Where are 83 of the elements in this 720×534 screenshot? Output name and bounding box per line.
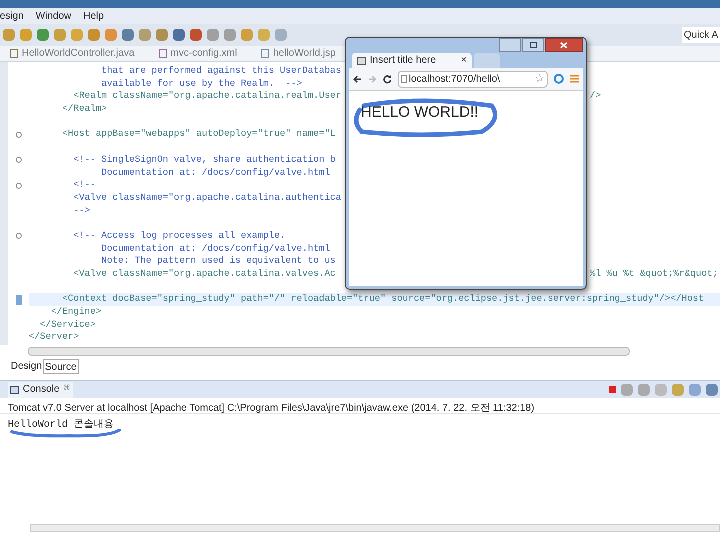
- page-heading: HELLO WORLD!!: [361, 103, 479, 123]
- console-icon: [10, 386, 19, 394]
- fold-icon[interactable]: [16, 157, 22, 164]
- code-line: <!-- Access log processes all example.: [72, 230, 286, 243]
- toolbar-icon[interactable]: [275, 29, 287, 41]
- toolbar-icon[interactable]: [241, 29, 253, 41]
- toolbar-icon[interactable]: [207, 29, 219, 41]
- console-toolbar-icon[interactable]: [655, 384, 667, 396]
- toolbar-icon[interactable]: [156, 29, 168, 41]
- code-line: <Host appBase="webapps" autoDeploy="true" name="L: [61, 128, 336, 142]
- toolbar-icon[interactable]: [105, 29, 117, 41]
- url-text: localhost:7070/hello\: [409, 72, 500, 86]
- tab-close-icon[interactable]: ×: [461, 53, 467, 68]
- toolbar-icon[interactable]: [3, 29, 15, 41]
- editor-tab[interactable]: HelloWorldController.java: [10, 46, 135, 61]
- star-icon[interactable]: ☆: [535, 72, 545, 86]
- maximize-button[interactable]: [522, 38, 544, 52]
- toolbar-icon[interactable]: [88, 29, 100, 41]
- code-line: Documentation at: /docs/config/valve.html: [100, 242, 330, 256]
- code-line: />: [590, 90, 602, 104]
- menu-item[interactable]: Help: [83, 8, 104, 24]
- power-icon[interactable]: [554, 74, 564, 84]
- code-line: that are performed against this UserDatabas: [100, 65, 342, 78]
- toolbar-icon[interactable]: [71, 29, 83, 41]
- forward-arrow-icon[interactable]: [368, 74, 377, 84]
- code-line: <Realm className="org.apache.catalina.realm.User: [72, 90, 342, 104]
- toolbar-icon[interactable]: [173, 29, 185, 41]
- file-icon: [261, 49, 270, 58]
- browser-tab[interactable]: Insert title here ×: [352, 53, 472, 68]
- toolbar-icon[interactable]: [190, 29, 202, 41]
- console-output: HelloWorld 콘솔내용: [8, 420, 114, 431]
- code-line: <!--: [72, 179, 96, 192]
- code-line: <Valve className="org.apache.catalina.valves.Ac: [72, 268, 336, 281]
- editor-tab[interactable]: mvc-config.xml: [158, 46, 238, 61]
- fold-icon[interactable]: [16, 132, 22, 138]
- code-line: </Engine>: [50, 306, 102, 319]
- browser-tab[interactable]: [474, 53, 500, 68]
- console-header: Tomcat v7.0 Server at localhost [Apache Tomcat] C:\Program Files\Java\jre7\bin\javaw.exe (2014. 7. 22. 오전 11:32:18): [0, 398, 720, 414]
- toolbar-icon[interactable]: [122, 29, 134, 41]
- fold-icon[interactable]: [16, 233, 22, 240]
- menu-icon[interactable]: [570, 75, 579, 83]
- code-line: available for use by the Realm. -->: [100, 78, 302, 90]
- toolbar-icon[interactable]: [37, 29, 49, 41]
- close-icon: [560, 42, 568, 48]
- code-line: </Realm>: [61, 103, 108, 116]
- address-bar[interactable]: localhost:7070/hello\ ☆: [398, 70, 548, 88]
- code-line: Note: The pattern used is equivalent to us: [100, 255, 336, 268]
- code-line: </Service>: [39, 318, 96, 332]
- console-toolbar-icon[interactable]: [672, 384, 684, 396]
- page-icon: [401, 75, 407, 83]
- console-toolbar-icon[interactable]: [689, 384, 701, 396]
- toolbar-icon[interactable]: [139, 29, 151, 41]
- page-icon: [357, 56, 366, 64]
- editor-tab[interactable]: helloWorld.jsp: [261, 46, 336, 61]
- reload-icon[interactable]: [383, 74, 392, 84]
- view-tab[interactable]: Source: [43, 358, 79, 374]
- code-line: Documentation at: /docs/config/valve.html: [100, 166, 330, 180]
- code-line: <Context docBase="spring_study" path="/" reloadable="true" source="org.eclipse.jst.jee.server:spring_study"/></Host: [61, 293, 704, 306]
- code-line: -->: [72, 204, 90, 218]
- file-icon: [158, 49, 167, 58]
- code-line: %l %u %t &quot;%r&quot;: [590, 268, 718, 281]
- fold-icon[interactable]: [16, 182, 22, 189]
- console-toolbar-icon[interactable]: [621, 384, 633, 396]
- horizontal-scrollbar[interactable]: [30, 524, 720, 532]
- toolbar-icon[interactable]: [224, 29, 236, 41]
- tab-title: Insert title here: [370, 54, 438, 68]
- code-line: <!-- SingleSignOn valve, share authentication b: [72, 154, 336, 167]
- console-toolbar-icon[interactable]: [706, 384, 718, 396]
- console-toolbar-icon[interactable]: [638, 384, 650, 396]
- menu-item[interactable]: esign: [0, 8, 24, 24]
- toolbar-icon[interactable]: [20, 29, 32, 41]
- code-line: <Valve className="org.apache.catalina.authentica: [72, 192, 342, 205]
- code-line: </Server>: [29, 331, 80, 344]
- console-tab-label: Console: [23, 383, 60, 397]
- menu-item[interactable]: Window: [36, 8, 72, 24]
- view-tab[interactable]: Design: [10, 358, 44, 374]
- file-icon: [10, 49, 18, 58]
- toolbar-icon[interactable]: [54, 29, 66, 41]
- close-button[interactable]: [545, 38, 583, 52]
- horizontal-scrollbar[interactable]: [28, 346, 630, 356]
- maximize-icon: [530, 42, 536, 48]
- back-arrow-icon[interactable]: [353, 74, 362, 84]
- toolbar-icon[interactable]: [258, 29, 270, 41]
